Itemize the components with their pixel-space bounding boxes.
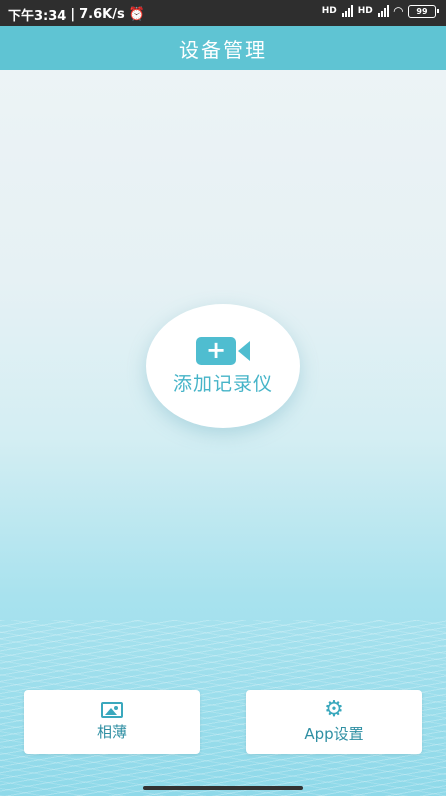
image-icon — [101, 702, 123, 718]
status-divider: | — [70, 7, 76, 22]
status-time: 下午3:34 — [8, 9, 67, 24]
network-speed: 7.6K/s — [79, 7, 125, 22]
album-button[interactable]: 相薄 — [24, 690, 200, 754]
alarm-icon: ⏰ — [128, 7, 145, 22]
hd-label-1: HD — [321, 6, 337, 16]
status-left: 下午3:34 | 7.6K/s ⏰ — [8, 5, 145, 24]
page-title: 设备管理 — [179, 37, 267, 62]
gear-icon: ⚙ — [324, 697, 344, 722]
screen: 下午3:34 | 7.6K/s ⏰ HD HD ◠ 99 设备管理 + 添加记录… — [0, 0, 446, 796]
camera-body: + — [196, 336, 236, 365]
add-recorder-button[interactable]: + 添加记录仪 — [146, 304, 300, 428]
add-recorder-label: 添加记录仪 — [172, 372, 273, 395]
wifi-icon: ◠ — [393, 4, 403, 18]
signal-icon-2 — [377, 5, 389, 17]
video-camera-add-icon: + — [196, 336, 250, 365]
camera-lens — [238, 340, 250, 361]
hd-label-2: HD — [357, 6, 373, 16]
battery-level: 99 — [416, 6, 428, 16]
status-right: HD HD ◠ 99 — [321, 4, 439, 18]
album-label: 相薄 — [96, 723, 127, 741]
status-bar: 下午3:34 | 7.6K/s ⏰ HD HD ◠ 99 — [0, 0, 446, 26]
home-indicator[interactable] — [143, 786, 303, 790]
app-settings-label: App设置 — [304, 725, 364, 743]
header-bar: 设备管理 — [0, 26, 446, 70]
app-settings-button[interactable]: ⚙ App设置 — [246, 690, 422, 754]
battery-icon: 99 — [408, 4, 439, 18]
signal-icon-1 — [341, 5, 353, 17]
